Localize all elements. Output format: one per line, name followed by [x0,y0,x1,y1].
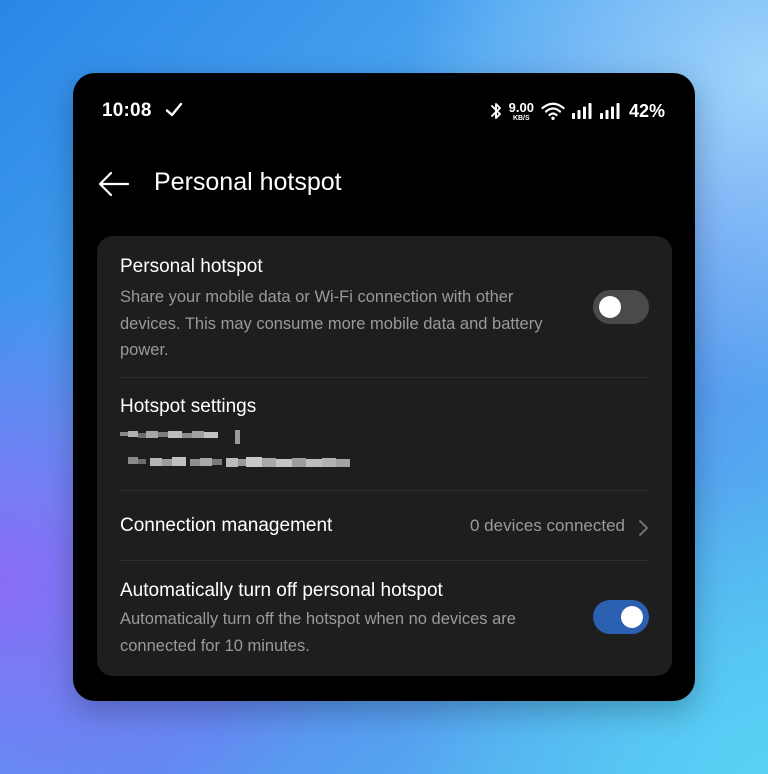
chevron-right-icon [639,520,648,536]
hotspot-settings-title: Hotspot settings [120,396,257,417]
network-speed-unit: KB/S [512,114,530,122]
divider [120,560,649,561]
check-icon [165,102,183,117]
settings-card: Personal hotspot Share your mobile data … [97,236,672,676]
auto-off-description: Automatically turn off the hotspot when … [120,610,516,655]
personal-hotspot-toggle[interactable] [593,290,649,324]
hotspot-settings-row[interactable]: Hotspot settings [120,396,649,476]
network-speed-value: 9.00 [508,99,534,115]
personal-hotspot-description: Share your mobile data or Wi-Fi connecti… [120,288,543,359]
redacted-network-name [120,430,240,444]
toggle-knob [621,606,643,628]
connection-management-value: 0 devices connected [470,516,625,535]
battery-percent: 42% [628,100,665,121]
auto-off-toggle[interactable] [593,600,649,634]
personal-hotspot-row[interactable]: Personal hotspot Share your mobile data … [120,256,649,366]
page-title: Personal hotspot [154,168,342,196]
connection-management-row[interactable]: Connection management 0 devices connecte… [120,515,649,545]
signal-icon-sim1 [571,103,592,119]
status-bar: 10:08 9.00 KB/S 42% [73,73,695,148]
back-arrow-icon[interactable] [97,167,131,201]
toggle-knob [599,296,621,318]
redacted-network-password [128,457,350,467]
network-speed: 9.00 KB/S [509,101,534,122]
auto-off-title: Automatically turn off personal hotspot [120,580,443,601]
divider [120,377,649,378]
divider [120,490,649,491]
phone-screen: 10:08 9.00 KB/S 42% Personal hotspot Per… [73,73,695,701]
personal-hotspot-title: Personal hotspot [120,256,263,277]
status-icons: 9.00 KB/S 42% [490,99,665,123]
signal-icon-sim2 [599,103,620,119]
auto-off-row[interactable]: Automatically turn off personal hotspot … [120,580,649,665]
wifi-icon [541,102,565,120]
status-time: 10:08 [102,100,152,121]
bluetooth-icon [490,103,501,119]
page-header: Personal hotspot [73,159,695,209]
